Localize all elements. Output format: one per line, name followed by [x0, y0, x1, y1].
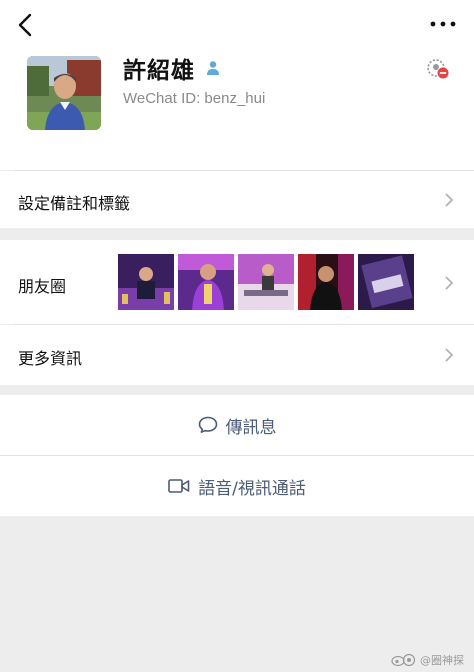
moment-photo: [118, 254, 174, 310]
profile-name: 許紹雄: [123, 58, 195, 84]
moment-photo: [298, 254, 354, 310]
moments-row[interactable]: 朋友圈: [0, 240, 474, 324]
voice-video-call-button[interactable]: 語音/視訊通話: [0, 456, 474, 516]
more-info-label: 更多資訊: [18, 349, 83, 368]
watermark-text: @圈神探: [420, 654, 464, 667]
remarks-tags-row[interactable]: 設定備註和標籤: [0, 171, 474, 228]
watermark: @圈神探: [391, 652, 464, 668]
profile-header: 許紹雄 WeChat ID: benz_hui: [0, 50, 474, 170]
back-arrow-icon[interactable]: [14, 12, 38, 38]
chevron-right-icon: [445, 348, 454, 362]
name-row: 許紹雄: [123, 53, 221, 84]
send-message-button[interactable]: 傳訊息: [0, 395, 474, 455]
chevron-right-icon: [445, 276, 454, 290]
remarks-tags-label: 設定備註和標籤: [18, 194, 131, 213]
more-info-row[interactable]: 更多資訊: [0, 325, 474, 385]
blocked-icon: [427, 59, 449, 79]
male-gender-icon: [207, 61, 219, 75]
chat-bubble-icon: [198, 416, 217, 433]
avatar[interactable]: [27, 56, 101, 130]
moment-photo: [358, 254, 414, 310]
send-message-label: 傳訊息: [225, 417, 277, 438]
more-dots-icon[interactable]: [428, 14, 458, 34]
avatar-photo: [27, 56, 101, 130]
moments-label: 朋友圈: [18, 277, 67, 296]
wechat-id: WeChat ID: benz_hui: [123, 90, 266, 107]
video-camera-icon: [168, 479, 190, 493]
chevron-right-icon: [445, 193, 454, 207]
moment-photo: [178, 254, 234, 310]
voice-video-call-label: 語音/視訊通話: [198, 478, 306, 499]
nav-bar: [0, 0, 474, 50]
moment-photo: [238, 254, 294, 310]
moments-thumbnails: [118, 254, 414, 310]
weibo-logo-icon: [391, 653, 416, 667]
